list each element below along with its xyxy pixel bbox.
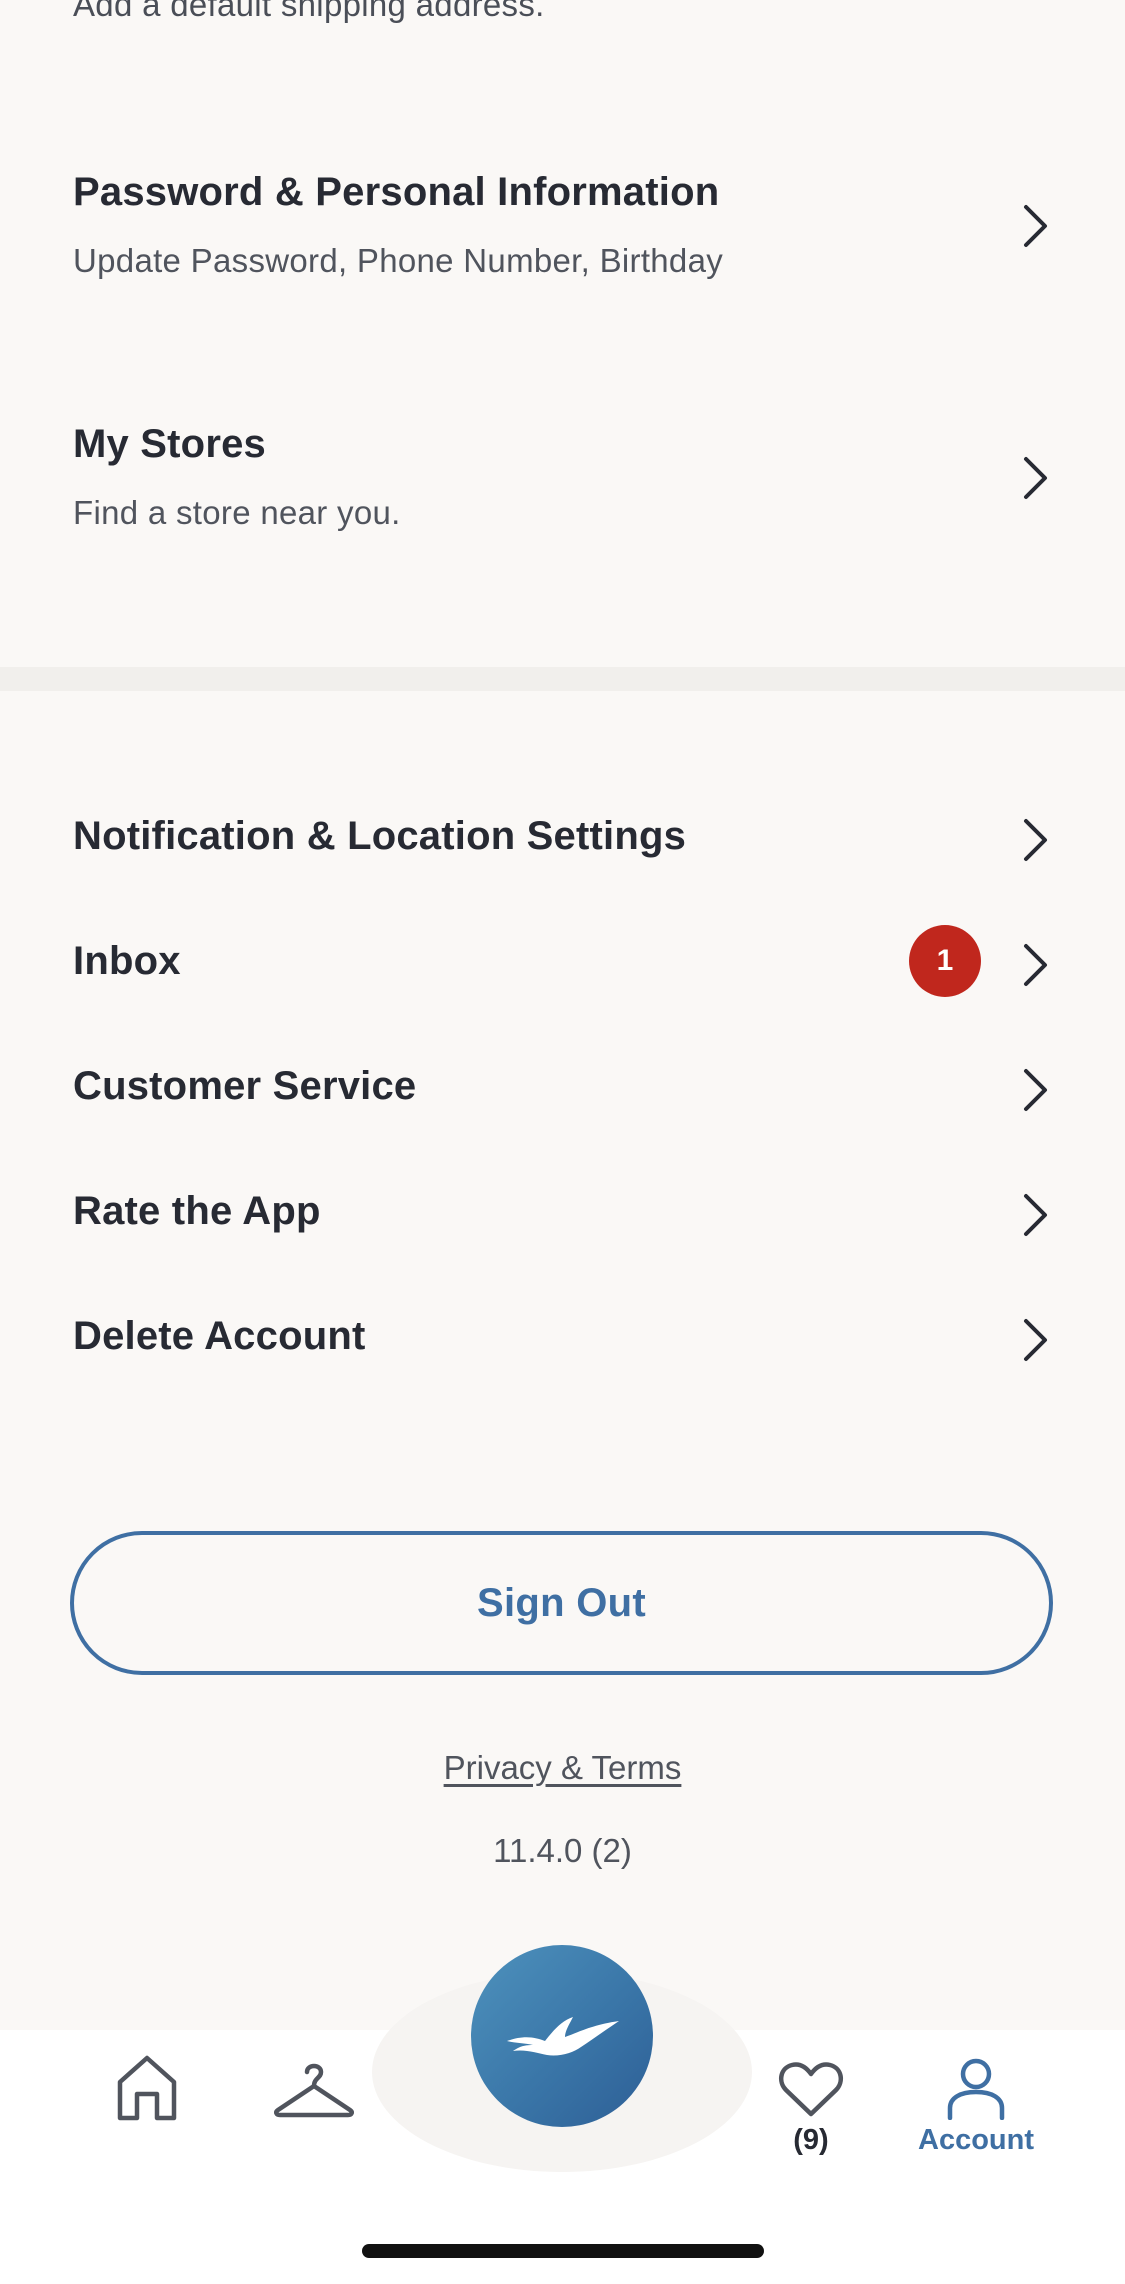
- my-stores-row[interactable]: My Stores Find a store near you.: [0, 402, 1125, 562]
- home-brand-button[interactable]: [471, 1945, 653, 2127]
- row-subtitle: Find a store near you.: [73, 494, 401, 531]
- home-indicator: [362, 2244, 764, 2258]
- row-title: Inbox: [73, 939, 181, 983]
- row-title: Rate the App: [73, 1189, 321, 1233]
- chevron-right-icon: [1024, 205, 1047, 247]
- person-icon[interactable]: [944, 2056, 1008, 2120]
- shipping-address-subtitle: Add a default shipping address.: [73, 0, 545, 23]
- row-title: Password & Personal Information: [73, 170, 720, 214]
- customer-service-row[interactable]: Customer Service: [0, 1050, 1125, 1130]
- privacy-terms-link[interactable]: Privacy & Terms: [0, 1749, 1125, 1787]
- chevron-right-icon: [1024, 819, 1047, 861]
- heart-icon[interactable]: [778, 2060, 844, 2118]
- chevron-right-icon: [1024, 1194, 1047, 1236]
- row-title: My Stores: [73, 422, 266, 466]
- delete-account-row[interactable]: Delete Account: [0, 1300, 1125, 1380]
- chevron-right-icon: [1024, 457, 1047, 499]
- chevron-right-icon: [1024, 1319, 1047, 1361]
- row-title: Customer Service: [73, 1064, 417, 1108]
- section-divider: [0, 667, 1125, 691]
- row-title: Notification & Location Settings: [73, 814, 687, 858]
- rate-the-app-row[interactable]: Rate the App: [0, 1175, 1125, 1255]
- account-tab-label[interactable]: Account: [906, 2124, 1046, 2157]
- sign-out-button[interactable]: Sign Out: [70, 1531, 1053, 1675]
- row-subtitle: Update Password, Phone Number, Birthday: [73, 242, 724, 279]
- seagull-icon: [507, 2017, 619, 2056]
- row-title: Delete Account: [73, 1314, 366, 1358]
- inbox-unread-badge: 1: [909, 925, 981, 997]
- hanger-icon[interactable]: [274, 2058, 354, 2120]
- password-personal-info-row[interactable]: Password & Personal Information Update P…: [0, 150, 1125, 310]
- home-icon[interactable]: [112, 2052, 182, 2122]
- notification-location-settings-row[interactable]: Notification & Location Settings: [0, 800, 1125, 880]
- chevron-right-icon: [1024, 1069, 1047, 1111]
- wishlist-count: (9): [793, 2124, 829, 2156]
- chevron-right-icon: [1024, 944, 1047, 986]
- app-version: 11.4.0 (2): [493, 1832, 632, 1869]
